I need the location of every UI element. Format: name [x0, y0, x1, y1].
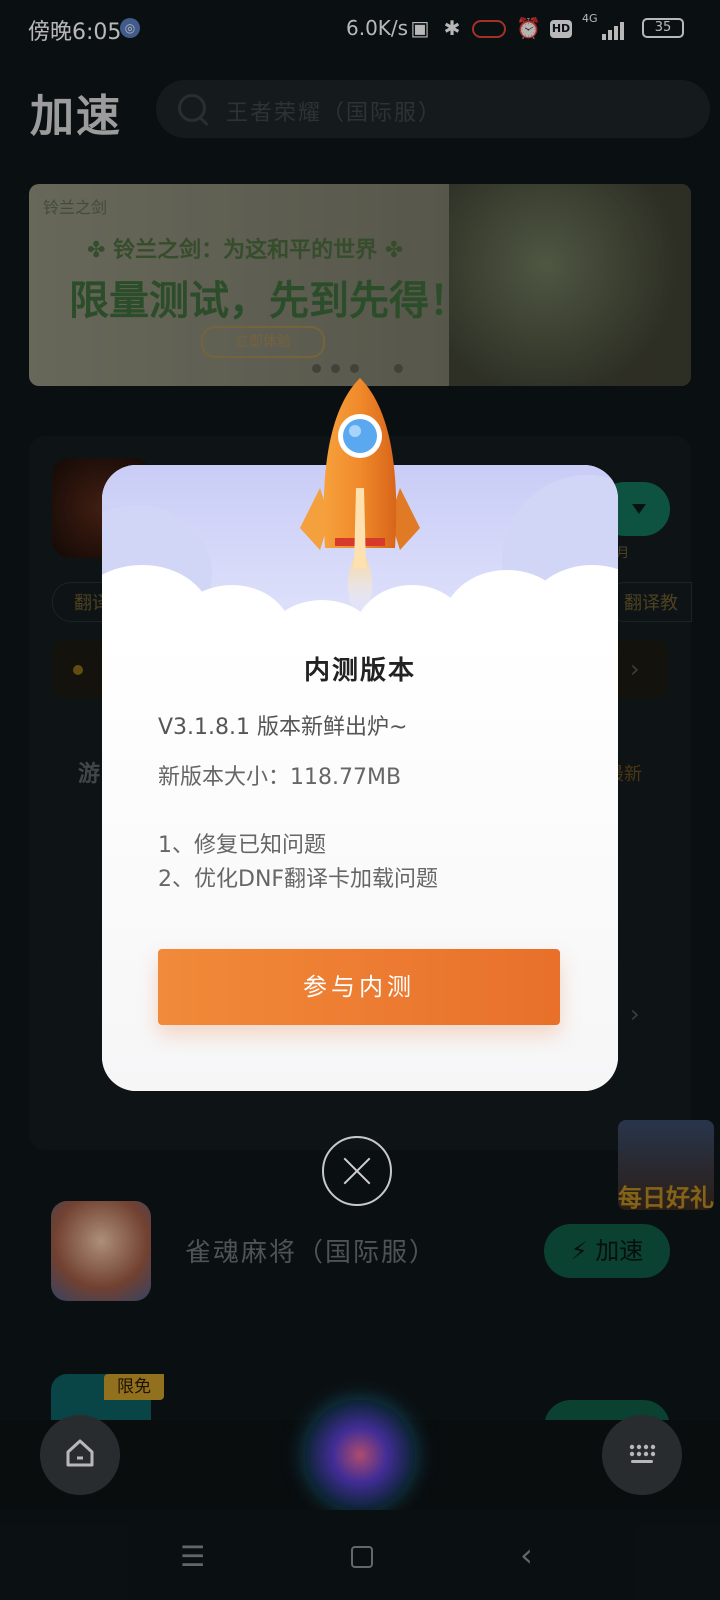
- dialog-title: 内测版本: [303, 656, 416, 686]
- version-text: V3.1.8.1 版本新鲜出炉~: [158, 715, 408, 740]
- close-icon: [324, 1138, 390, 1204]
- close-dialog-button[interactable]: [322, 1136, 392, 1206]
- size-text: 新版本大小：118.77MB: [158, 765, 402, 790]
- changelog-item: 2、优化DNF翻译卡加载问题: [158, 867, 439, 892]
- rocket-icon: [300, 378, 420, 618]
- join-beta-button[interactable]: 参与内测: [158, 949, 560, 1025]
- changelog-item: 1、修复已知问题: [158, 833, 326, 858]
